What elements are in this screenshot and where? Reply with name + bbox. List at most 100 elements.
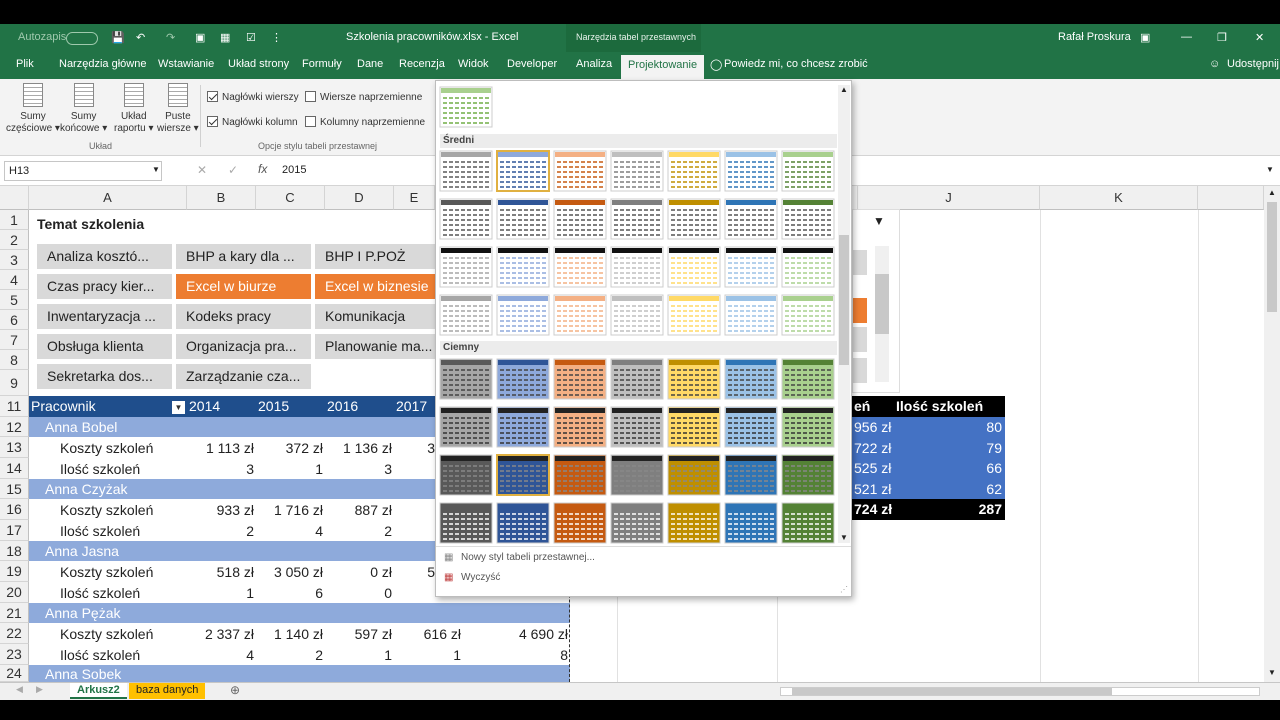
summary-cell[interactable]: 62 — [986, 481, 1002, 497]
formula-input[interactable]: 2015 — [282, 164, 306, 176]
scroll-up-icon[interactable]: ▲ — [1268, 188, 1276, 197]
row-header[interactable]: 11 — [0, 396, 29, 417]
style-swatch-dark[interactable] — [610, 358, 664, 400]
column-headers-checkbox[interactable]: Nagłówki kolumn — [207, 116, 298, 128]
user-name[interactable]: Rafał Proskura — [1058, 31, 1131, 43]
slicer-item[interactable]: Czas pracy kier... — [37, 274, 172, 299]
style-swatch-medium[interactable] — [610, 198, 664, 240]
cell-value[interactable]: 1 136 zł — [325, 440, 392, 456]
expand-formula-icon[interactable]: ▼ — [1266, 165, 1274, 174]
style-swatch-medium[interactable] — [667, 150, 721, 192]
cell-value[interactable]: 1 716 zł — [256, 502, 323, 518]
scroll-thumb[interactable] — [839, 235, 849, 365]
camera-icon[interactable]: ▣ — [195, 31, 205, 44]
row-header[interactable]: 9 — [0, 370, 29, 396]
style-swatch-medium[interactable] — [553, 198, 607, 240]
name-box-dropdown-icon[interactable]: ▼ — [152, 165, 160, 174]
vertical-scrollbar[interactable]: ▲ ▼ — [1264, 186, 1280, 682]
slicer-item[interactable]: Kodeks pracy — [176, 304, 311, 329]
row-header[interactable]: 22 — [0, 623, 29, 644]
enter-icon[interactable]: ✓ — [228, 163, 238, 177]
slicer-item-selected[interactable] — [853, 298, 867, 323]
scroll-down-icon[interactable]: ▼ — [840, 533, 848, 542]
column-header-e[interactable]: E — [394, 186, 435, 210]
slicer-item[interactable]: Zarządzanie cza... — [176, 364, 311, 389]
style-swatch-dark[interactable] — [667, 358, 721, 400]
close-icon[interactable]: ✕ — [1255, 31, 1264, 44]
cell-value[interactable]: 2 — [325, 523, 392, 539]
tab-review[interactable]: Recenzja — [399, 58, 445, 70]
cell-value[interactable]: 3 — [187, 461, 254, 477]
cell-value[interactable]: 933 zł — [187, 502, 254, 518]
style-swatch-dark[interactable] — [553, 502, 607, 544]
slicer-scroll-thumb[interactable] — [875, 274, 889, 334]
cell-value[interactable]: 2 337 zł — [187, 626, 254, 642]
clear-style-item[interactable]: Wyczyść — [461, 572, 500, 583]
style-swatch-dark[interactable] — [724, 406, 778, 448]
tab-view[interactable]: Widok — [458, 58, 489, 70]
grand-totals-button[interactable]: Sumy końcowe ▾ — [60, 83, 107, 135]
style-swatch-medium[interactable] — [667, 246, 721, 288]
column-header-a[interactable]: A — [29, 186, 187, 210]
style-swatch-dark[interactable] — [610, 502, 664, 544]
maximize-icon[interactable]: ❐ — [1217, 31, 1227, 44]
row-header[interactable]: 23 — [0, 644, 29, 665]
row-header[interactable]: 13 — [0, 437, 29, 458]
gallery-scrollbar[interactable]: ▲ ▼ — [838, 85, 850, 543]
row-header[interactable]: 7 — [0, 330, 29, 350]
slicer-item[interactable]: Obsługa klienta — [37, 334, 172, 359]
style-swatch-medium[interactable] — [553, 246, 607, 288]
banded-rows-checkbox[interactable]: Wiersze naprzemienne — [305, 91, 422, 103]
new-pivot-style-item[interactable]: Nowy styl tabeli przestawnej... — [461, 552, 595, 563]
cell-value[interactable]: 5 — [394, 564, 435, 580]
summary-cell[interactable]: 525 zł — [854, 460, 891, 476]
style-swatch-medium[interactable] — [496, 246, 550, 288]
style-swatch-medium[interactable] — [781, 198, 835, 240]
style-swatch-medium[interactable] — [496, 198, 550, 240]
style-swatch-dark[interactable] — [439, 502, 493, 544]
minimize-icon[interactable]: — — [1181, 31, 1192, 43]
cell-value[interactable]: 1 — [187, 585, 254, 601]
style-swatch-medium[interactable] — [610, 150, 664, 192]
column-header-j[interactable]: J — [858, 186, 1040, 210]
style-swatch-medium[interactable] — [553, 294, 607, 336]
style-swatch-medium[interactable] — [724, 198, 778, 240]
pivot-group-row[interactable]: Anna Sobek — [29, 665, 570, 682]
cell-value[interactable]: 4 — [187, 647, 254, 663]
sheet-tab[interactable]: baza danych — [129, 683, 206, 699]
row-headers-checkbox[interactable]: Nagłówki wierszy — [207, 91, 299, 103]
cell-value[interactable]: 1 113 zł — [187, 440, 254, 456]
slicer-item[interactable]: BHP a kary dla ... — [176, 244, 311, 269]
cell-value[interactable]: 2 — [256, 647, 323, 663]
prev-sheet-icon[interactable]: ◀ — [16, 684, 23, 695]
summary-total[interactable]: 724 zł — [854, 501, 892, 517]
cell-value[interactable]: 518 zł — [187, 564, 254, 580]
tell-me-input[interactable]: Powiedz mi, co chcesz zrobić — [724, 58, 868, 70]
row-header[interactable]: 5 — [0, 290, 29, 310]
style-swatch-medium[interactable] — [439, 246, 493, 288]
cell-value[interactable]: 3 — [394, 440, 435, 456]
style-swatch-medium[interactable] — [496, 294, 550, 336]
row-header[interactable]: 21 — [0, 603, 29, 623]
slicer-item[interactable]: BHP I P.POŻ — [315, 244, 435, 269]
redo-icon[interactable]: ↷ — [166, 31, 175, 44]
cell-value[interactable]: 372 zł — [256, 440, 323, 456]
cell-value[interactable]: 0 zł — [325, 564, 392, 580]
style-swatch-dark[interactable] — [610, 406, 664, 448]
autosave-toggle[interactable] — [66, 32, 98, 45]
share-button[interactable]: Udostępnij — [1227, 58, 1279, 70]
style-swatch-medium[interactable] — [724, 294, 778, 336]
style-swatch-dark[interactable] — [439, 454, 493, 496]
row-header[interactable]: 1 — [0, 210, 29, 230]
cell-value[interactable]: 4 — [256, 523, 323, 539]
column-header-k[interactable]: K — [1040, 186, 1198, 210]
row-header[interactable]: 24 — [0, 665, 29, 682]
tab-design[interactable]: Projektowanie — [621, 55, 705, 79]
scroll-thumb[interactable] — [1267, 202, 1277, 312]
row-header[interactable]: 19 — [0, 561, 29, 582]
row-header[interactable]: 18 — [0, 541, 29, 561]
style-swatch-medium[interactable] — [439, 150, 493, 192]
row-header[interactable]: 17 — [0, 520, 29, 541]
style-swatch-medium[interactable] — [781, 150, 835, 192]
tab-insert[interactable]: Wstawianie — [158, 58, 214, 70]
